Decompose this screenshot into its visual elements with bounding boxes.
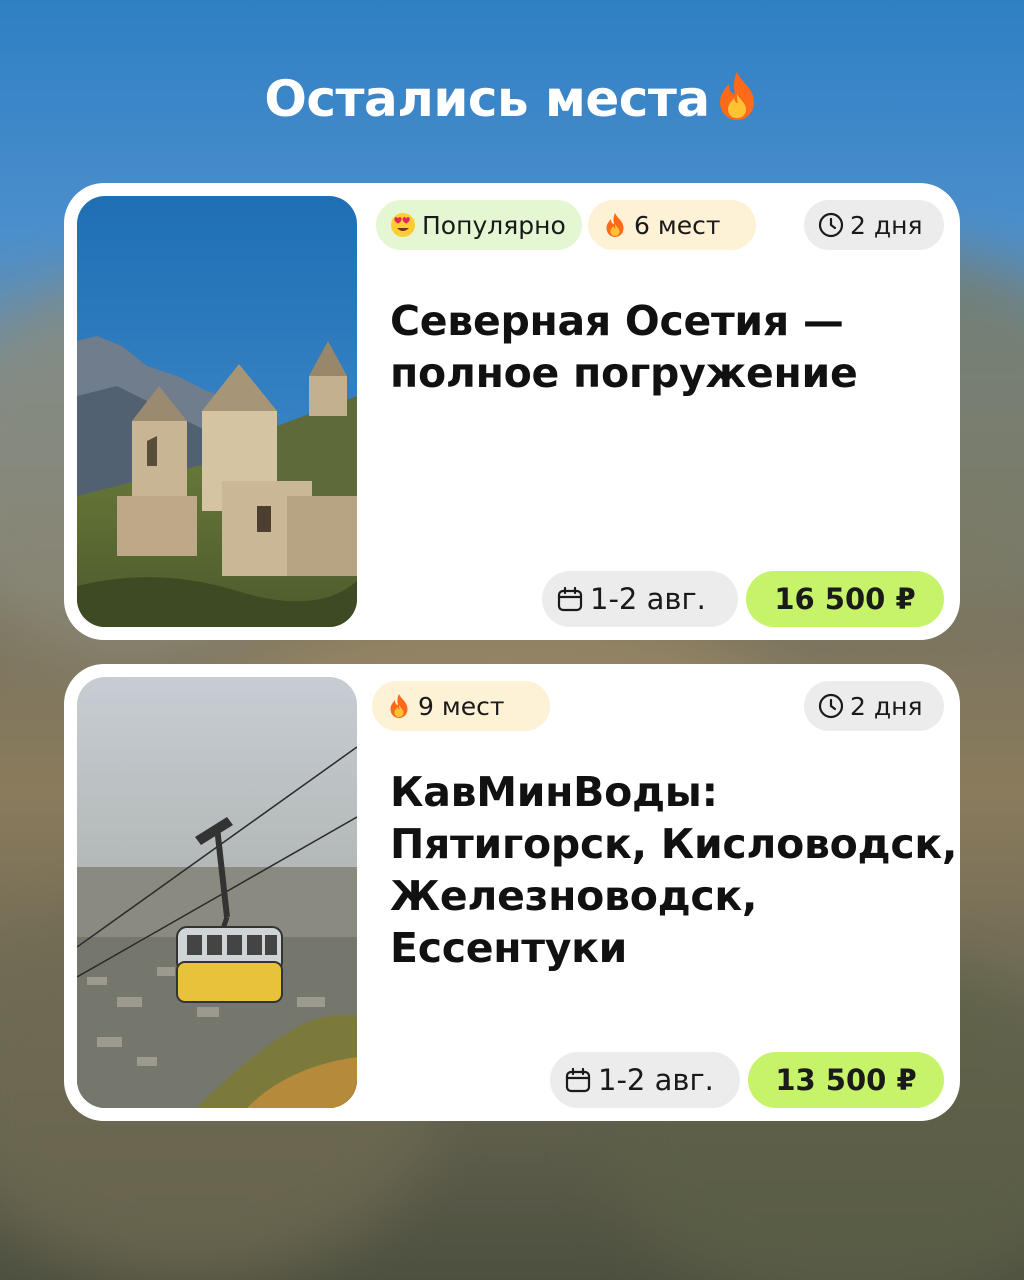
seats-left-badge: 6 мест — [588, 200, 756, 250]
duration-badge: 2 дня — [804, 200, 944, 250]
page-title: Остались места — [0, 70, 1024, 134]
price-button[interactable]: 16 500 ₽ — [746, 571, 944, 627]
dates-badge: 1-2 авг. — [542, 571, 738, 627]
fire-icon — [714, 70, 760, 134]
duration-badge: 2 дня — [804, 681, 944, 731]
fire-icon — [386, 693, 412, 719]
seats-left-badge: 9 мест — [372, 681, 550, 731]
tour-title: КавМинВоды: Пятигорск, Кисловодск, Желез… — [390, 768, 958, 972]
popular-badge: Популярно — [376, 200, 582, 250]
clock-icon — [818, 212, 844, 238]
tour-card-kavminvody[interactable]: 9 мест 2 дня КавМинВоды: Пятигорск, Кисл… — [64, 664, 960, 1121]
tour-title: Северная Осетия — полное погружение — [390, 297, 858, 397]
tour-card-north-ossetia[interactable]: Популярно 6 мест 2 дня Северная Осетия —… — [64, 183, 960, 640]
dates-badge: 1-2 авг. — [550, 1052, 740, 1108]
dargavs-towers-photo — [77, 196, 357, 627]
cable-car-photo — [77, 677, 357, 1108]
heart-eyes-emoji-icon — [390, 212, 416, 238]
calendar-icon — [556, 585, 584, 613]
clock-icon — [818, 693, 844, 719]
calendar-icon — [564, 1066, 592, 1094]
fire-icon — [602, 212, 628, 238]
price-button[interactable]: 13 500 ₽ — [748, 1052, 944, 1108]
